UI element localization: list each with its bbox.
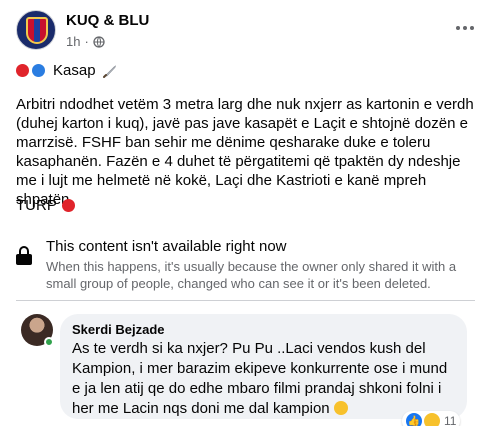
- club-crest-icon: [26, 17, 48, 44]
- online-status-icon: [44, 337, 54, 347]
- comment-reactions[interactable]: 👍 11: [402, 411, 461, 426]
- like-reaction-icon: 👍: [406, 413, 422, 426]
- post-meta: 1h ·: [66, 34, 105, 49]
- post-closing: TURP: [16, 197, 75, 214]
- post-header: KUQ & BLU 1h ·: [0, 0, 491, 56]
- comment-text: As te verdh si ka nxjer? Pu Pu ..Laci ve…: [72, 340, 448, 417]
- haha-reaction-icon: [424, 413, 440, 426]
- post-time[interactable]: 1h: [66, 34, 80, 49]
- comment-text-wrap: As te verdh si ka nxjer? Pu Pu ..Laci ve…: [72, 339, 455, 419]
- globe-icon: [93, 35, 105, 48]
- more-options-icon[interactable]: [453, 18, 477, 38]
- divider: [16, 300, 475, 301]
- blue-circle-icon: [32, 64, 45, 77]
- unavailable-title: This content isn't available right now: [46, 238, 287, 255]
- red-circle-icon: [61, 199, 75, 212]
- wink-emoji-icon: [333, 401, 348, 415]
- comment-author[interactable]: Skerdi Bejzade: [72, 322, 455, 337]
- post-title-line: Kasap: [16, 62, 117, 79]
- page-avatar[interactable]: [16, 10, 56, 50]
- reaction-count: 11: [444, 414, 457, 426]
- meta-separator: ·: [84, 34, 89, 49]
- page-name[interactable]: KUQ & BLU: [66, 12, 149, 29]
- red-circle-icon: [16, 64, 29, 77]
- post-title: Kasap: [53, 62, 96, 79]
- post-closing-text: TURP: [16, 197, 57, 214]
- comment-bubble: Skerdi Bejzade As te verdh si ka nxjer? …: [60, 314, 467, 419]
- post-body: Arbitri ndodhet vetëm 3 metra larg dhe n…: [16, 96, 474, 208]
- knife-icon: [102, 64, 116, 78]
- lock-icon: [16, 246, 32, 265]
- unavailable-description: When this happens, it's usually because …: [46, 259, 457, 291]
